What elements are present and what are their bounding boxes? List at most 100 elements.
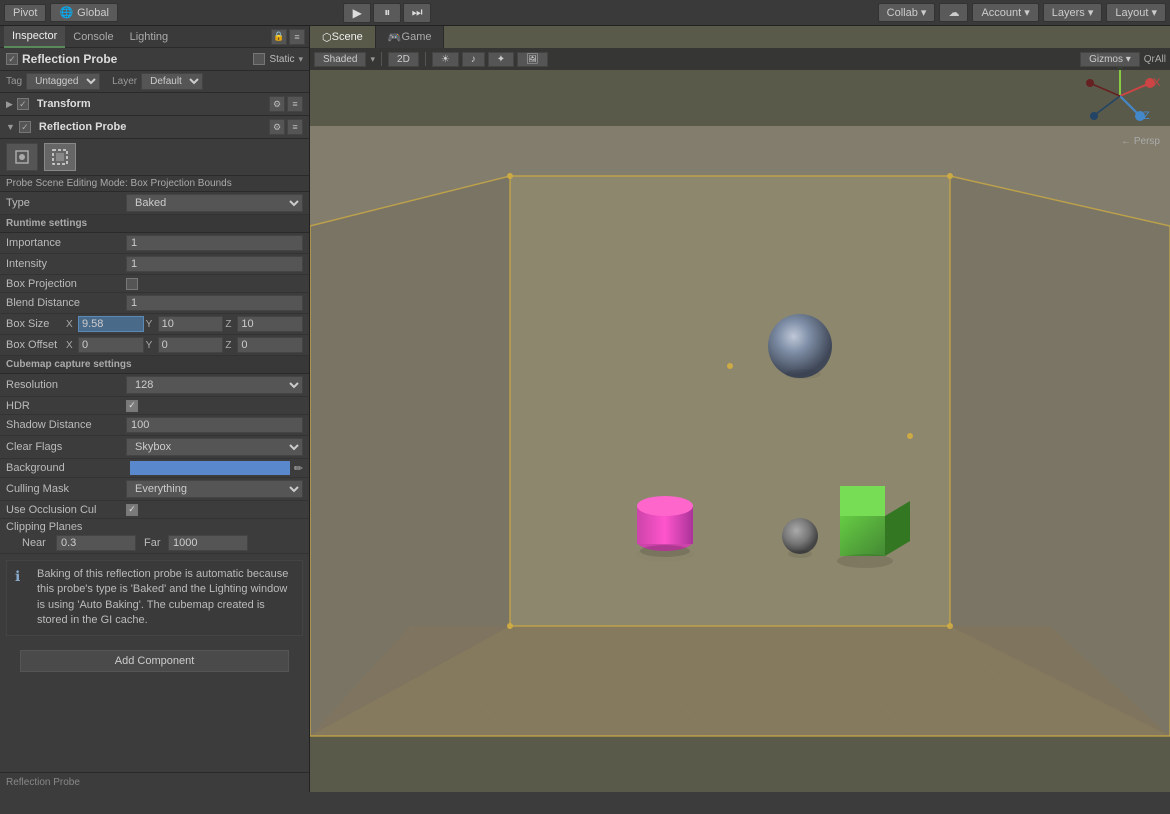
layer-select[interactable]: Default: [141, 73, 203, 90]
add-component-button[interactable]: Add Component: [20, 650, 289, 672]
transform-icons: ⚙ ≡: [269, 96, 303, 112]
scene-tab[interactable]: ⬡ Scene: [310, 26, 376, 48]
transform-section-header[interactable]: ▶ Transform ⚙ ≡: [0, 93, 309, 116]
transform-collapse-arrow: ▶: [6, 99, 13, 110]
account-button[interactable]: Account ▾: [972, 3, 1038, 22]
scene-view-btn[interactable]: 🖼: [517, 52, 548, 67]
scene-canvas: [310, 70, 1170, 792]
rp-enable-checkbox[interactable]: [19, 121, 31, 133]
sunlight-btn[interactable]: ☀: [432, 52, 459, 67]
cubemap-settings-label: Cubemap capture settings: [0, 356, 309, 374]
box-offset-z-input[interactable]: [237, 337, 303, 353]
far-label: Far: [144, 537, 164, 549]
play-controls: ▶ ⏸ ⏭: [343, 3, 431, 23]
box-projection-checkbox[interactable]: [126, 278, 138, 290]
static-checkbox[interactable]: [253, 53, 265, 65]
rp-edit-icon[interactable]: ⚙: [269, 119, 285, 135]
oz-letter: Z: [225, 340, 235, 351]
shadow-distance-input[interactable]: [126, 417, 303, 433]
box-offset-y-input[interactable]: [158, 337, 224, 353]
pivot-button[interactable]: Pivot: [4, 4, 46, 22]
probe-btn-1[interactable]: [6, 143, 38, 171]
lighting-tab[interactable]: Lighting: [122, 26, 177, 48]
viewport: ⬡ Scene 🎮 Game Shaded ▾ 2D ☀ ♪ ✦ 🖼: [310, 26, 1170, 792]
culling-mask-row: Culling Mask Everything: [0, 478, 309, 501]
box-projection-row: Box Projection: [0, 275, 309, 293]
clear-flags-select[interactable]: Skybox: [126, 438, 303, 456]
2d-button[interactable]: 2D: [388, 52, 419, 67]
probe-info-bar: Probe Scene Editing Mode: Box Projection…: [0, 176, 309, 192]
blend-distance-input[interactable]: [126, 295, 303, 311]
tag-label: Tag: [6, 76, 22, 87]
color-edit-icon[interactable]: ✏: [294, 462, 303, 475]
scene-icon: ⬡: [322, 31, 332, 44]
transform-edit-icon[interactable]: ⚙: [269, 96, 285, 112]
reflection-probe-section-header[interactable]: ▼ Reflection Probe ⚙ ≡: [0, 116, 309, 139]
shaded-button[interactable]: Shaded: [314, 52, 366, 67]
probe-mode-row: [0, 139, 309, 176]
box-size-y-input[interactable]: [158, 316, 224, 332]
hdr-checkbox[interactable]: [126, 400, 138, 412]
ox-letter: X: [66, 340, 76, 351]
static-dropdown-arrow[interactable]: ▾: [298, 54, 303, 65]
svg-text:X: X: [1153, 77, 1160, 89]
play-button[interactable]: ▶: [343, 3, 371, 23]
fx-btn[interactable]: ✦: [488, 52, 514, 67]
shaded-dropdown-arrow[interactable]: ▾: [370, 54, 375, 65]
rp-icons: ⚙ ≡: [269, 119, 303, 135]
importance-input[interactable]: [126, 235, 303, 251]
pause-button[interactable]: ⏸: [373, 3, 401, 23]
z-letter: Z: [225, 319, 235, 330]
box-size-x-input[interactable]: [78, 316, 144, 332]
resolution-row: Resolution 128: [0, 374, 309, 397]
layers-button[interactable]: Layers ▾: [1043, 3, 1103, 22]
persp-label[interactable]: ← Persp: [1121, 136, 1160, 147]
lock-icon[interactable]: 🔒: [271, 29, 287, 45]
intensity-input[interactable]: [126, 256, 303, 272]
background-color-swatch[interactable]: [130, 461, 290, 475]
menu-icon[interactable]: ≡: [289, 29, 305, 45]
game-icon: 🎮: [388, 31, 402, 44]
rp-context-icon[interactable]: ≡: [287, 119, 303, 135]
use-occlusion-checkbox[interactable]: [126, 504, 138, 516]
layout-button[interactable]: Layout ▾: [1106, 3, 1166, 22]
box-projection-label: Box Projection: [6, 278, 126, 290]
rp-section-title: Reflection Probe: [39, 121, 265, 133]
collab-button[interactable]: Collab ▾: [878, 3, 936, 22]
near-input[interactable]: [56, 535, 136, 551]
probe-info-text: Probe Scene Editing Mode: Box Projection…: [6, 178, 232, 189]
cloud-button[interactable]: ☁: [939, 3, 968, 22]
layer-label: Layer: [112, 76, 137, 87]
audio-btn[interactable]: ♪: [462, 52, 485, 67]
clear-flags-row: Clear Flags Skybox: [0, 436, 309, 459]
type-select[interactable]: Baked: [126, 194, 303, 212]
box-size-z-input[interactable]: [237, 316, 303, 332]
resolution-select[interactable]: 128: [126, 376, 303, 394]
box-offset-label: Box Offset: [6, 339, 66, 351]
far-input[interactable]: [168, 535, 248, 551]
transform-enable-checkbox[interactable]: [17, 98, 29, 110]
intensity-row: Intensity: [0, 254, 309, 275]
console-tab[interactable]: Console: [65, 26, 121, 48]
type-label: Type: [6, 197, 126, 209]
hdr-row: HDR: [0, 397, 309, 415]
top-toolbar: Pivot 🌐 Global ▶ ⏸ ⏭ Collab ▾ ☁ Account …: [0, 0, 1170, 26]
inspector-tab[interactable]: Inspector: [4, 26, 65, 48]
object-active-checkbox[interactable]: [6, 53, 18, 65]
probe-btn-2[interactable]: [44, 143, 76, 171]
tag-layer-row: Tag Untagged Layer Default: [0, 71, 309, 93]
static-label: Static: [269, 54, 294, 65]
culling-mask-select[interactable]: Everything: [126, 480, 303, 498]
viewport-toolbar: Shaded ▾ 2D ☀ ♪ ✦ 🖼 Gizmos ▾ QrAll: [310, 48, 1170, 70]
step-button[interactable]: ⏭: [403, 3, 431, 23]
box-offset-x-input[interactable]: [78, 337, 144, 353]
global-button[interactable]: 🌐 Global: [50, 3, 118, 22]
bottom-label: Reflection Probe: [0, 772, 309, 792]
tag-select[interactable]: Untagged: [26, 73, 100, 90]
game-tab[interactable]: 🎮 Game: [376, 26, 445, 48]
box-offset-row: Box Offset X Y Z: [0, 335, 309, 356]
gizmos-button[interactable]: Gizmos ▾: [1080, 52, 1140, 67]
transform-context-icon[interactable]: ≡: [287, 96, 303, 112]
transform-section-title: Transform: [37, 98, 265, 110]
global-icon: 🌐: [59, 6, 73, 19]
